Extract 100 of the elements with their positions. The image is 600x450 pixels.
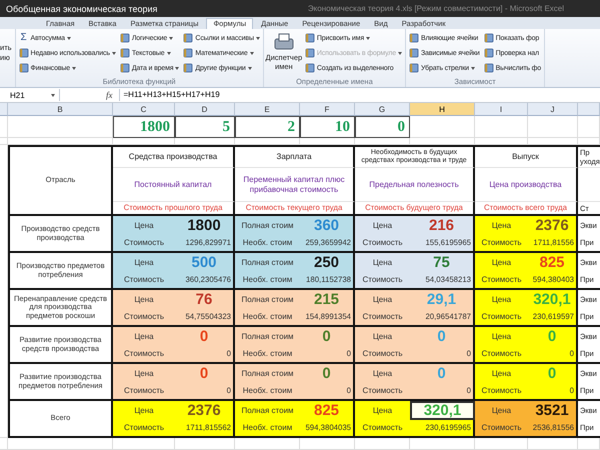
book-icon — [120, 48, 130, 58]
table-cell: Цена — [113, 401, 175, 420]
table-header: Выпуск — [475, 145, 578, 168]
column-header[interactable]: I — [475, 103, 528, 116]
caret-icon — [250, 52, 254, 54]
book-icon — [408, 48, 419, 58]
caret-icon — [256, 36, 260, 40]
table-cell: Стоимость — [355, 420, 410, 438]
empty-cell — [355, 438, 410, 450]
table-cell: Стоимость — [113, 308, 175, 327]
table-cell[interactable]: 825 — [528, 253, 578, 272]
table-cell: Необх. стоим — [235, 420, 300, 438]
empty-cell — [475, 438, 528, 450]
table-cell: Полная стоим — [235, 290, 300, 308]
table-header: Предельная полезность — [355, 168, 475, 202]
column-header[interactable]: G — [355, 103, 410, 116]
caret-icon — [112, 52, 116, 54]
table-cell: Цена — [475, 327, 528, 346]
table-cell[interactable]: 3521 — [528, 401, 578, 420]
table-cell: Стоимость — [475, 308, 528, 327]
table-cell: Стоимость — [355, 272, 410, 290]
table-cell: Полная стоим — [235, 216, 300, 234]
caret-icon — [166, 52, 171, 54]
table-header: Постоянный капитал — [113, 168, 235, 202]
table-cell[interactable]: 75 — [410, 253, 475, 272]
name-box[interactable]: H21 — [0, 89, 60, 101]
book-icon — [408, 63, 419, 73]
table-cell[interactable]: 250 — [300, 253, 355, 272]
empty-cell — [410, 438, 475, 450]
table-cell: Цена — [355, 327, 410, 346]
column-header[interactable]: D — [175, 103, 235, 116]
empty-cell — [578, 116, 600, 138]
window-title: Обобщенная экономическая теория — [6, 4, 158, 14]
table-cell: Стоимость — [113, 272, 175, 290]
table-cell: Необх. стоим — [235, 308, 300, 327]
insert-function-button[interactable]: fx — [106, 90, 112, 100]
column-header[interactable]: H — [410, 103, 475, 116]
table-cell: Стоимость — [355, 234, 410, 253]
table-cell: Стоимость — [475, 382, 528, 401]
book-icon — [18, 63, 29, 73]
table-cell: Стоимость — [113, 382, 175, 401]
table-cell: Стоимость — [355, 346, 410, 364]
document-title: Экономическая теория 4.xls [Режим совместимости] - Microsoft Excel — [308, 4, 564, 13]
table-cell: Полная стоим — [235, 253, 300, 272]
table-cell[interactable]: 1800 — [175, 216, 235, 234]
book-icon — [484, 63, 494, 73]
table-cell: Цена — [475, 290, 528, 308]
table-cell: Стоимость — [475, 234, 528, 253]
table-cell: Стоимость — [475, 346, 528, 364]
table-cell: 10 — [300, 116, 355, 138]
table-cell[interactable]: 825 — [300, 401, 355, 420]
table-cell[interactable]: 2376 — [528, 216, 578, 234]
table-cell: 0 — [355, 116, 410, 138]
caret-icon — [398, 52, 402, 54]
table-header: Зарплата — [235, 145, 355, 168]
book-icon — [304, 33, 315, 43]
table-cell: Стоимость — [475, 272, 528, 290]
table-cell: 5 — [175, 116, 235, 138]
table-cell: Цена — [113, 364, 175, 382]
table-cell: Цена — [113, 327, 175, 346]
table-cell: Цена — [475, 401, 528, 420]
empty-cell — [528, 438, 578, 450]
table-cell: Стоимость — [113, 234, 175, 253]
book-icon — [183, 33, 194, 43]
table-cell: Необх. стоим — [235, 234, 300, 253]
table-cell: Цена — [355, 253, 410, 272]
table-cell: Цена — [113, 253, 175, 272]
book-icon — [484, 48, 494, 58]
book-icon — [120, 33, 130, 43]
table-cell[interactable]: 76 — [175, 290, 235, 308]
column-header[interactable]: C — [113, 103, 175, 116]
table-cell: Стоимость — [355, 308, 410, 327]
caret-icon — [169, 36, 174, 40]
empty-cell — [235, 438, 300, 450]
formula-field[interactable]: =H11+H13+H15+H17+H19 — [118, 89, 600, 101]
table-cell: Необх. стоим — [235, 272, 300, 290]
caret-icon — [51, 94, 55, 96]
table-cell: Стоимость — [475, 420, 528, 438]
column-header[interactable]: B — [8, 103, 113, 116]
table-cell[interactable]: 2376 — [175, 401, 235, 420]
caret-icon — [72, 66, 76, 70]
caret-icon — [366, 36, 370, 40]
caret-icon — [66, 36, 71, 40]
sigma-icon: Σ — [18, 33, 29, 43]
book-icon — [183, 63, 194, 73]
table-cell: Цена — [355, 401, 410, 420]
table-header: Цена производства — [475, 168, 578, 202]
table-cell[interactable]: 216 — [410, 216, 475, 234]
book-icon — [304, 48, 315, 58]
table-cell: Цена — [113, 290, 175, 308]
table-cell: Цена — [355, 290, 410, 308]
printer-icon — [272, 33, 295, 51]
table-cell: Цена — [113, 216, 175, 234]
empty-cell — [300, 438, 355, 450]
column-header[interactable]: J — [528, 103, 578, 116]
book-icon — [484, 33, 494, 43]
empty-cell — [175, 438, 235, 450]
empty-cell — [113, 438, 175, 450]
column-header[interactable]: E — [235, 103, 300, 116]
column-header[interactable]: F — [300, 103, 355, 116]
